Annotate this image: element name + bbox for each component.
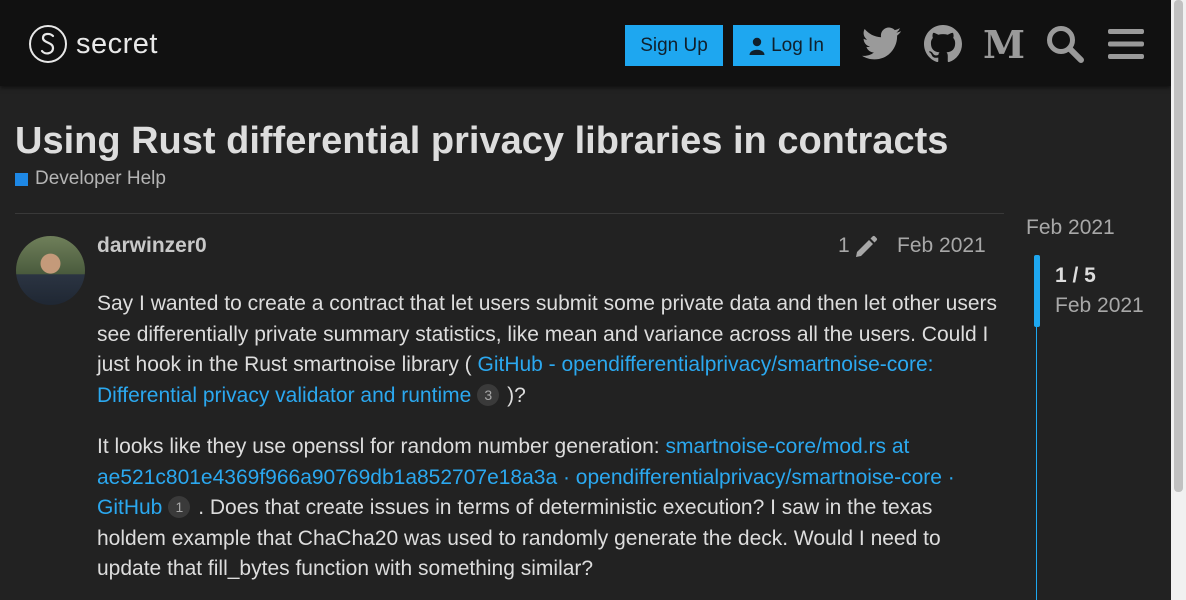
- log-in-label: Log In: [771, 34, 824, 56]
- edit-history-button[interactable]: 1: [838, 234, 878, 258]
- github-icon[interactable]: [921, 22, 965, 66]
- category-color-swatch: [15, 172, 28, 186]
- avatar[interactable]: [16, 236, 85, 305]
- post-paragraph: Say I wanted to create a contract that l…: [97, 289, 997, 411]
- topic-title[interactable]: Using Rust differential privacy librarie…: [15, 120, 948, 163]
- logo-text: secret: [76, 27, 158, 60]
- post-text: . Does that create issues in terms of de…: [97, 496, 941, 580]
- pencil-icon: [855, 235, 877, 257]
- timeline-position: 1 / 5: [1055, 264, 1096, 287]
- post-date[interactable]: Feb 2021: [897, 234, 986, 258]
- edit-count: 1: [838, 234, 850, 257]
- link-click-count: 1: [168, 496, 191, 518]
- post-username[interactable]: darwinzer0: [97, 234, 207, 258]
- user-icon: [749, 37, 765, 55]
- post-body: Say I wanted to create a contract that l…: [97, 289, 997, 600]
- medium-icon[interactable]: M: [982, 22, 1026, 67]
- timeline-current-date: Feb 2021: [1055, 294, 1144, 317]
- timeline-start-date[interactable]: Feb 2021: [1026, 216, 1115, 240]
- category-name: Developer Help: [35, 168, 166, 189]
- title-divider: [15, 213, 1004, 214]
- site-logo[interactable]: secret: [29, 25, 158, 63]
- log-in-button[interactable]: Log In: [733, 25, 840, 66]
- twitter-icon[interactable]: [860, 22, 904, 66]
- post-text: )?: [501, 383, 526, 407]
- category-badge[interactable]: Developer Help: [15, 168, 166, 190]
- link-click-count: 3: [477, 383, 500, 406]
- search-icon[interactable]: [1043, 22, 1087, 66]
- site-header: secret Sign Up Log In M: [0, 0, 1171, 86]
- sign-up-button[interactable]: Sign Up: [625, 25, 723, 66]
- menu-icon[interactable]: [1104, 22, 1148, 66]
- timeline-handle[interactable]: [1034, 255, 1040, 327]
- post-text: It looks like they use openssl for rando…: [97, 435, 666, 458]
- secret-logo-icon: [29, 25, 67, 63]
- post-paragraph: It looks like they use openssl for rando…: [97, 432, 997, 585]
- scrollbar-thumb[interactable]: [1174, 0, 1183, 492]
